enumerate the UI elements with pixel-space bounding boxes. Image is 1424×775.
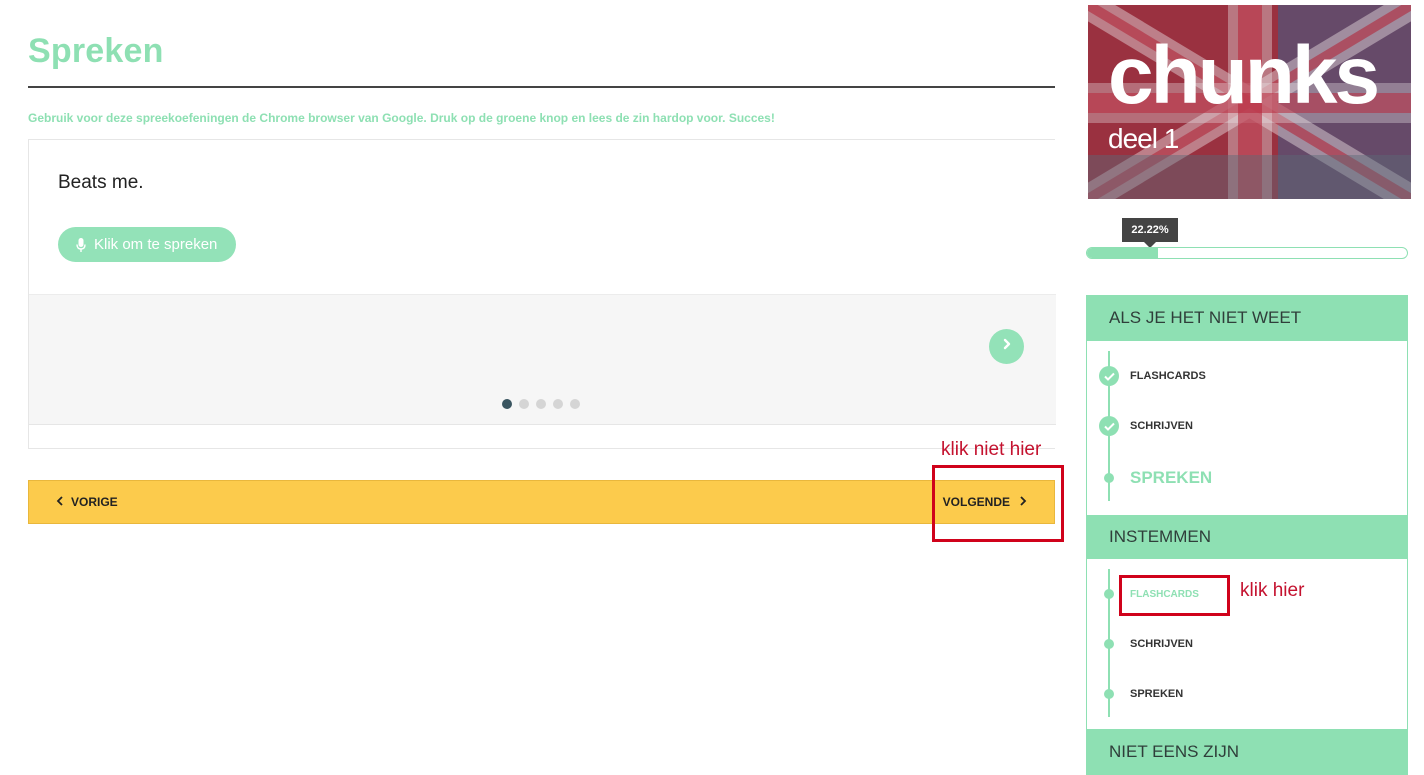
lesson-item[interactable]: SCHRIJVEN — [1087, 629, 1407, 659]
lesson-item[interactable]: FLASHCARDS — [1087, 361, 1407, 391]
check-icon — [1099, 416, 1119, 436]
lesson-nav-bar: VORIGE VOLGENDE — [28, 480, 1055, 524]
speak-button-label: Klik om te spreken — [94, 236, 218, 253]
dot-icon — [1104, 473, 1114, 483]
progress-fill — [1087, 248, 1159, 258]
lesson-label: FLASHCARDS — [1130, 588, 1199, 600]
page-title: Spreken — [28, 32, 164, 70]
course-banner: chunks deel 1 — [1088, 5, 1411, 199]
instructions-text: Gebruik voor deze spreekoefeningen de Ch… — [28, 111, 775, 125]
dot-icon — [1104, 689, 1114, 699]
previous-label: VORIGE — [71, 495, 118, 509]
section-header[interactable]: INSTEMMEN — [1087, 515, 1407, 559]
slide-dot[interactable] — [536, 399, 546, 409]
title-divider — [28, 86, 1055, 88]
chevron-left-icon — [55, 495, 65, 510]
slide-dot[interactable] — [553, 399, 563, 409]
lesson-label: SCHRIJVEN — [1130, 420, 1193, 432]
dot-icon — [1104, 589, 1114, 599]
check-icon — [1099, 366, 1119, 386]
lesson-label: FLASHCARDS — [1130, 370, 1206, 382]
slide-dot[interactable] — [519, 399, 529, 409]
next-slide-button[interactable] — [989, 329, 1024, 364]
lesson-item-flashcards[interactable]: FLASHCARDS — [1087, 579, 1407, 609]
lesson-label: SCHRIJVEN — [1130, 638, 1193, 650]
microphone-icon — [76, 237, 86, 252]
dot-icon — [1104, 639, 1114, 649]
section-header[interactable]: ALS JE HET NIET WEET — [1087, 295, 1407, 341]
progress-bar — [1086, 247, 1408, 259]
exercise-sentence: Beats me. — [58, 172, 144, 193]
progress-tooltip: 22.22% — [1122, 218, 1178, 248]
slide-dot[interactable] — [570, 399, 580, 409]
lesson-item[interactable]: SPREKEN — [1087, 679, 1407, 709]
section-header[interactable]: NIET EENS ZIJN — [1087, 729, 1407, 775]
lesson-item-current[interactable]: SPREKEN — [1087, 463, 1407, 493]
speak-button[interactable]: Klik om te spreken — [58, 227, 237, 262]
slide-dot[interactable] — [502, 399, 512, 409]
previous-button[interactable]: VORIGE — [55, 481, 118, 523]
banner-title: chunks — [1108, 30, 1380, 121]
annotation-box-next — [932, 465, 1064, 542]
lesson-label: SPREKEN — [1130, 688, 1184, 700]
annotation-dont-click: klik niet hier — [941, 439, 1042, 460]
course-navigation: ALS JE HET NIET WEET FLASHCARDS SCHRIJVE… — [1086, 295, 1408, 775]
banner-subtitle: deel 1 — [1108, 123, 1179, 154]
chevron-right-icon — [1000, 337, 1014, 356]
slide-area — [29, 294, 1056, 425]
slide-dots — [502, 399, 580, 409]
lesson-item[interactable]: SCHRIJVEN — [1087, 411, 1407, 441]
lesson-label: SPREKEN — [1130, 468, 1213, 487]
exercise-card: Beats me. Klik om te spreken — [28, 139, 1056, 449]
